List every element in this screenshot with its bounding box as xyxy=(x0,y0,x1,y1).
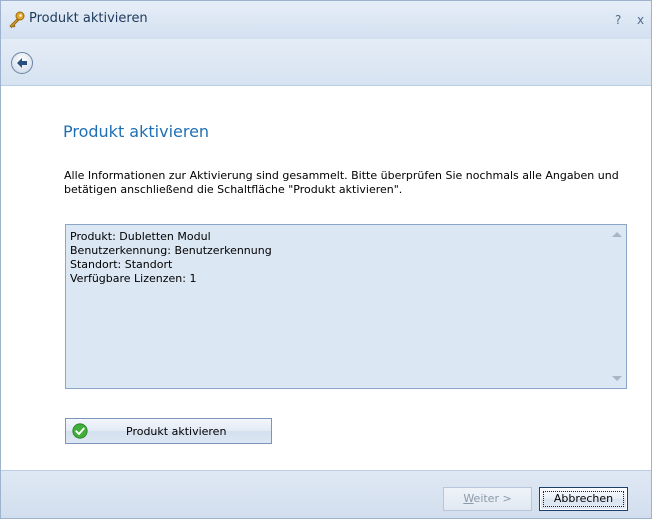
checkmark-icon xyxy=(72,423,88,439)
next-button[interactable]: Weiter > xyxy=(443,487,532,511)
activate-product-button[interactable]: Produkt aktivieren xyxy=(65,418,272,444)
help-button[interactable]: ? xyxy=(615,13,621,27)
navigation-toolbar xyxy=(1,39,651,86)
summary-textbox[interactable]: Produkt: Dubletten Modul Benutzerkennung… xyxy=(65,224,627,389)
back-arrow-icon xyxy=(17,58,27,68)
activate-button-label: Produkt aktivieren xyxy=(126,425,227,438)
close-button[interactable]: x xyxy=(637,13,644,27)
scroll-up-arrow-icon[interactable] xyxy=(612,232,622,237)
summary-line-product: Produkt: Dubletten Modul xyxy=(70,230,211,243)
summary-line-location: Standort: Standort xyxy=(70,258,173,271)
wizard-footer: Weiter > Abbrechen xyxy=(1,471,651,518)
summary-line-licenses: Verfügbare Lizenzen: 1 xyxy=(70,272,197,285)
focus-rectangle xyxy=(543,491,624,507)
title-bar: Produkt aktivieren ? x xyxy=(1,1,651,40)
key-icon xyxy=(8,11,26,29)
cancel-button[interactable]: Abbrechen xyxy=(539,487,628,511)
summary-scrollbar[interactable] xyxy=(608,226,625,387)
next-label: eiter > xyxy=(473,492,512,505)
window-title: Produkt aktivieren xyxy=(29,11,148,26)
wizard-content: Produkt aktivieren Alle Informationen zu… xyxy=(1,86,651,471)
scroll-down-arrow-icon[interactable] xyxy=(612,376,622,381)
back-button[interactable] xyxy=(11,52,33,74)
page-title: Produkt aktivieren xyxy=(63,122,210,141)
summary-line-user-id: Benutzerkennung: Benutzerkennung xyxy=(70,244,272,257)
instructions-text: Alle Informationen zur Aktivierung sind … xyxy=(64,169,619,196)
wizard-window: Produkt aktivieren ? x Produkt aktiviere… xyxy=(0,0,652,519)
next-mnemonic: W xyxy=(463,492,474,505)
